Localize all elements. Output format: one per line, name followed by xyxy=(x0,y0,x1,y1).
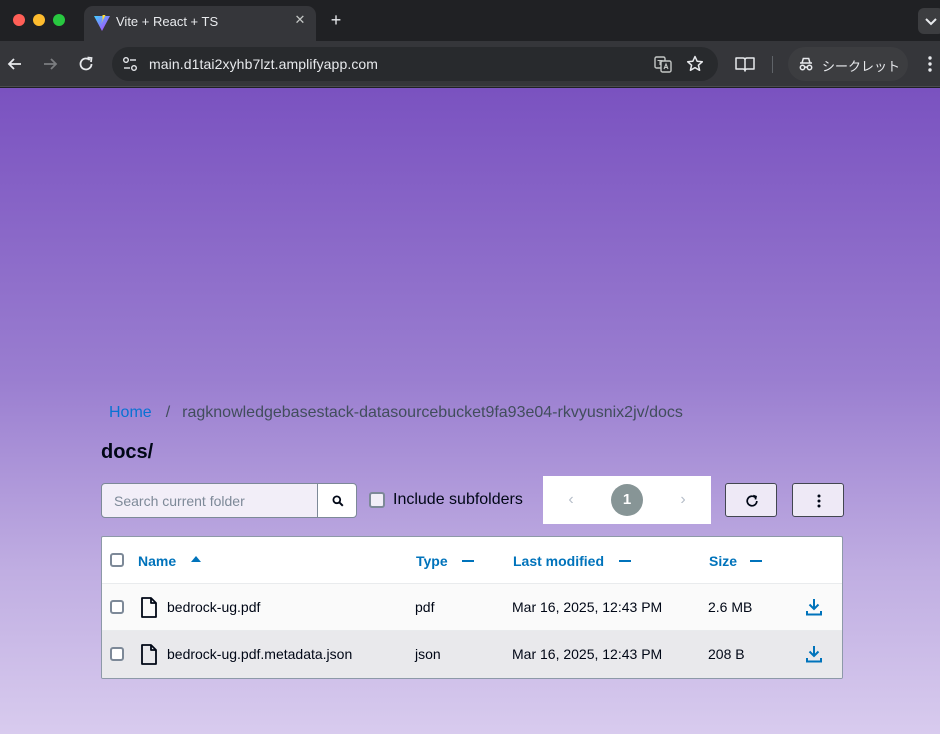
row-checkbox[interactable] xyxy=(110,647,124,661)
browser-tab-active[interactable]: Vite + React + TS ✕ xyxy=(84,6,316,41)
back-arrow-icon[interactable] xyxy=(4,53,26,75)
vite-logo-icon xyxy=(94,15,110,31)
sort-neutral-icon[interactable] xyxy=(462,560,474,562)
refresh-button[interactable] xyxy=(725,483,777,517)
file-size: 208 B xyxy=(708,646,745,662)
incognito-label: シークレット xyxy=(822,59,901,74)
window-minimize-button[interactable] xyxy=(33,14,45,26)
tab-title: Vite + React + TS xyxy=(116,14,219,29)
sort-neutral-icon[interactable] xyxy=(750,560,762,562)
breadcrumb-home-link[interactable]: Home xyxy=(109,404,152,421)
table-row[interactable]: bedrock-ug.pdf pdf Mar 16, 2025, 12:43 P… xyxy=(102,584,842,631)
pagination-page-current[interactable]: 1 xyxy=(611,484,643,516)
file-name[interactable]: bedrock-ug.pdf.metadata.json xyxy=(167,646,352,662)
bookmark-star-icon[interactable] xyxy=(685,54,705,74)
toolbar-divider xyxy=(772,56,773,73)
translate-icon[interactable] xyxy=(653,54,673,74)
refresh-icon xyxy=(746,494,758,507)
row-checkbox[interactable] xyxy=(110,600,124,614)
sort-neutral-icon[interactable] xyxy=(619,560,631,562)
file-name[interactable]: bedrock-ug.pdf xyxy=(167,599,260,615)
browser-menu-icon[interactable] xyxy=(923,53,937,75)
window-close-button[interactable] xyxy=(13,14,25,26)
incognito-icon xyxy=(799,57,813,71)
tab-search-button[interactable] xyxy=(918,8,940,34)
browser-tab-bar: Vite + React + TS ✕ + xyxy=(0,0,940,41)
chevron-down-icon xyxy=(925,18,937,26)
forward-arrow-icon[interactable] xyxy=(39,53,61,75)
pagination-prev-button[interactable]: ‹ xyxy=(563,491,579,509)
window-maximize-button[interactable] xyxy=(53,14,65,26)
column-header-type[interactable]: Type xyxy=(416,553,448,569)
search-button[interactable] xyxy=(317,483,357,518)
address-bar[interactable]: main.d1tai2xyhb7lzt.amplifyapp.com xyxy=(112,47,718,81)
search-group xyxy=(101,483,357,518)
table-row[interactable]: bedrock-ug.pdf.metadata.json json Mar 16… xyxy=(102,631,842,678)
actions-menu-button[interactable] xyxy=(792,483,844,517)
reload-icon[interactable] xyxy=(75,53,97,75)
url-text: main.d1tai2xyhb7lzt.amplifyapp.com xyxy=(149,56,379,72)
column-header-name[interactable]: Name xyxy=(138,553,176,569)
column-header-size[interactable]: Size xyxy=(709,553,737,569)
include-subfolders-label: Include subfolders xyxy=(393,491,523,508)
file-type: json xyxy=(415,646,441,662)
pagination: ‹ 1 › xyxy=(543,476,711,524)
table-header: Name Type Last modified Size xyxy=(102,537,842,584)
download-icon[interactable] xyxy=(804,644,824,664)
column-header-last-modified[interactable]: Last modified xyxy=(513,553,604,569)
breadcrumb-current: ragknowledgebasestack-datasourcebucket9f… xyxy=(182,404,683,421)
search-input[interactable] xyxy=(101,483,318,518)
select-all-checkbox[interactable] xyxy=(110,553,124,567)
file-icon xyxy=(141,597,157,618)
file-type: pdf xyxy=(415,599,435,615)
include-subfolders-checkbox[interactable] xyxy=(369,492,385,508)
file-last-modified: Mar 16, 2025, 12:43 PM xyxy=(512,646,663,662)
file-size: 2.6 MB xyxy=(708,599,753,615)
browser-toolbar: main.d1tai2xyhb7lzt.amplifyapp.com シークレッ… xyxy=(0,41,940,87)
page-title: docs/ xyxy=(101,441,154,463)
new-tab-button[interactable]: + xyxy=(326,10,346,30)
file-last-modified: Mar 16, 2025, 12:43 PM xyxy=(512,599,663,615)
close-icon[interactable]: ✕ xyxy=(292,12,308,28)
reading-mode-icon[interactable] xyxy=(734,53,756,75)
site-settings-icon[interactable] xyxy=(121,55,139,73)
pagination-next-button[interactable]: › xyxy=(675,491,691,509)
download-icon[interactable] xyxy=(804,597,824,617)
page-content: Home / ragknowledgebasestack-datasourcebuc… xyxy=(0,88,940,734)
magnifier-icon xyxy=(332,495,344,507)
incognito-indicator[interactable]: シークレット xyxy=(788,47,908,81)
files-table: Name Type Last modified Size bedrock-ug.… xyxy=(101,536,843,679)
breadcrumb-separator: / xyxy=(165,404,171,421)
breadcrumb: Home / ragknowledgebasestack-datasourcebuc… xyxy=(109,404,683,422)
file-icon xyxy=(141,644,157,665)
sort-ascending-icon[interactable] xyxy=(191,556,201,562)
vertical-dots-icon xyxy=(817,494,821,508)
